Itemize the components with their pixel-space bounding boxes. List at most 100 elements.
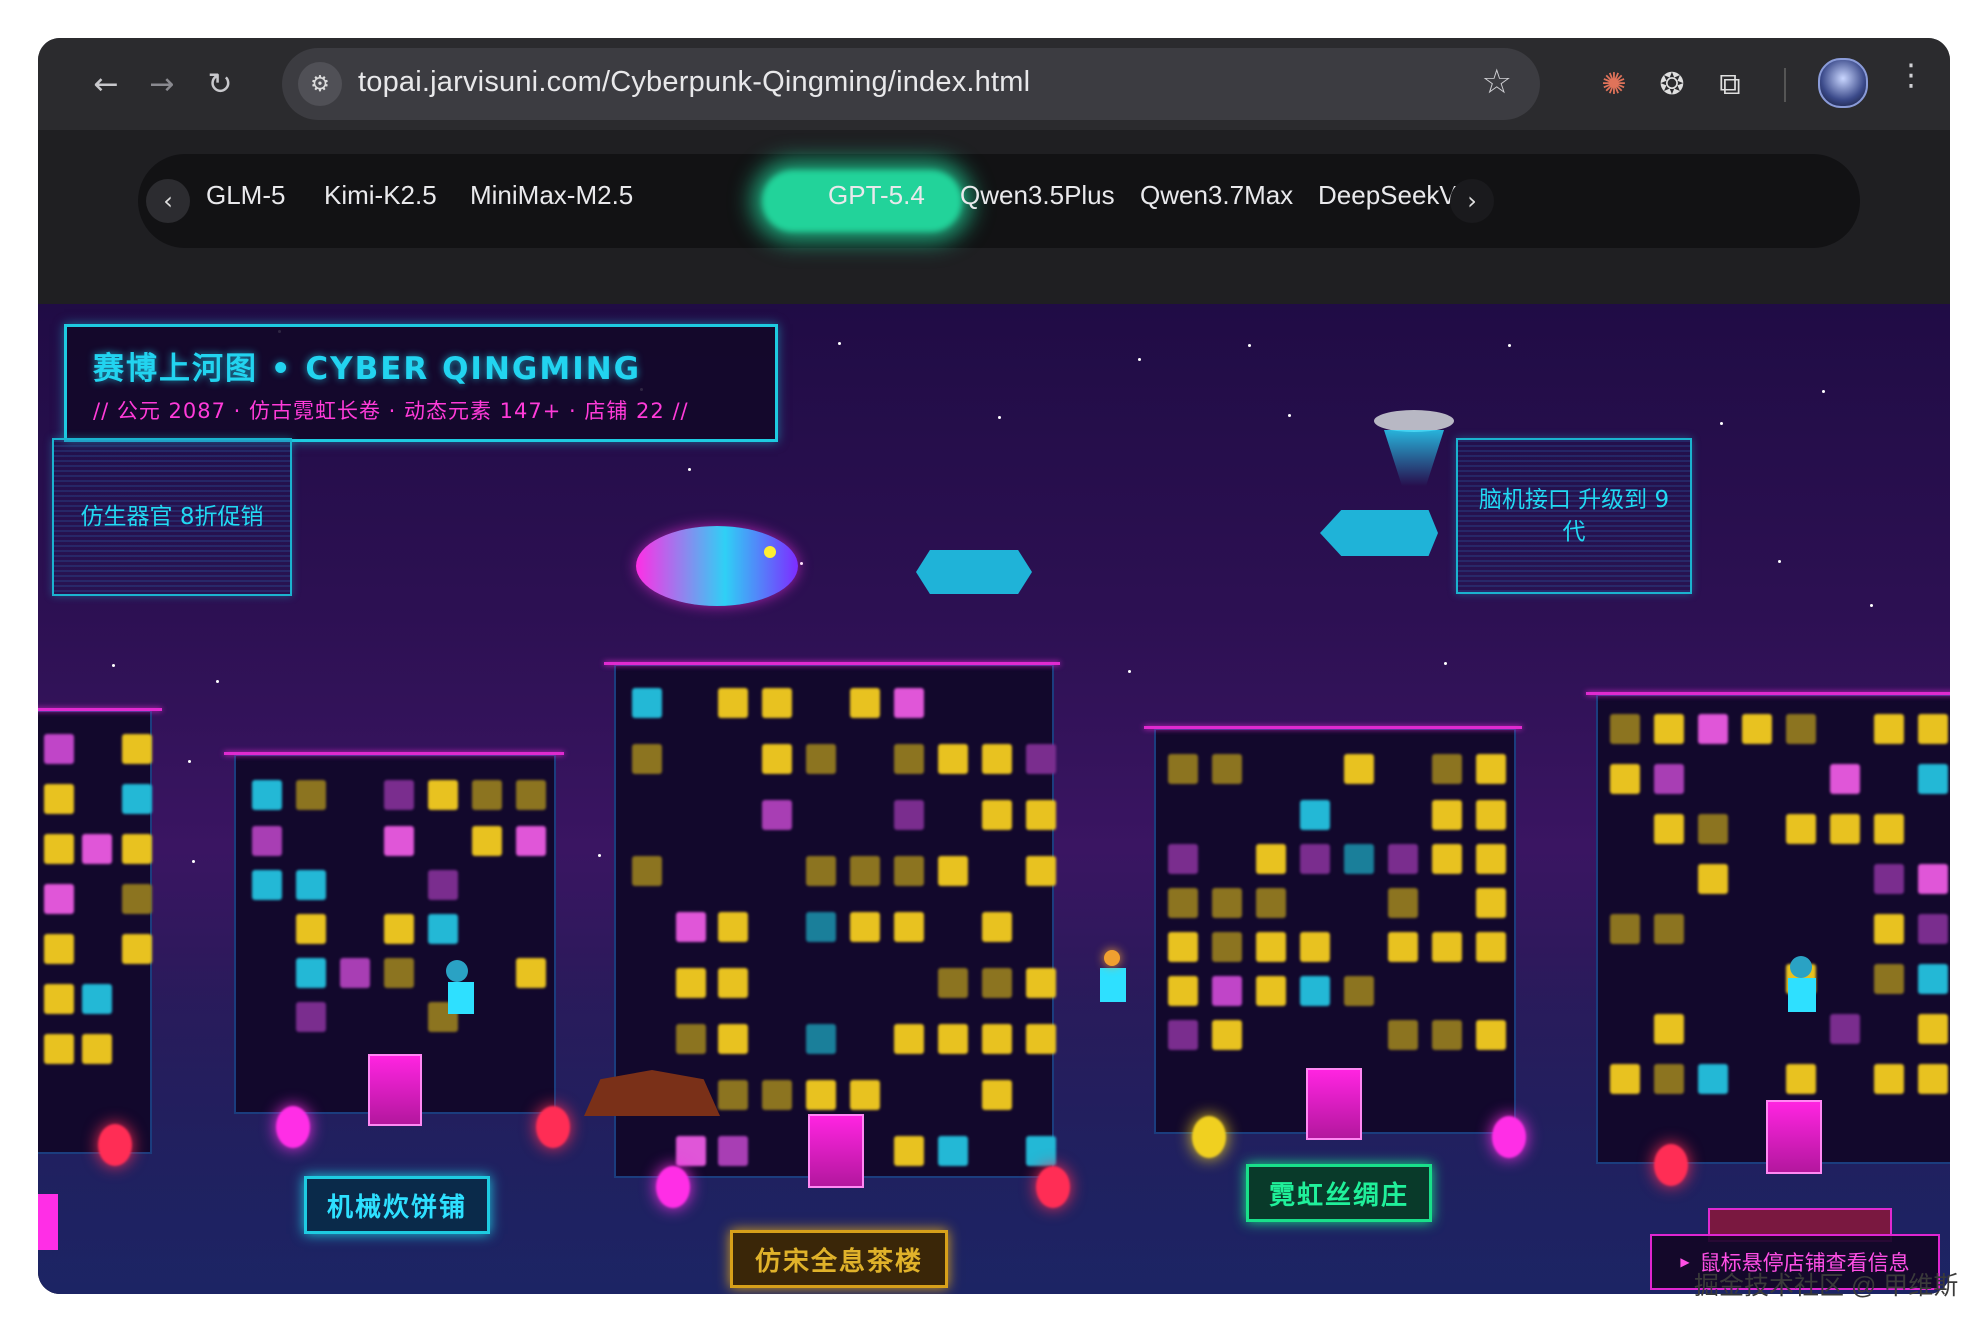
window bbox=[982, 744, 1012, 774]
window bbox=[1432, 932, 1462, 962]
shop-sign-mechanical-bakery[interactable]: 机械炊饼铺 bbox=[304, 1176, 490, 1234]
forward-button[interactable]: → bbox=[138, 60, 186, 108]
kebab-menu-icon[interactable]: ⋮ bbox=[1896, 58, 1926, 93]
bookmark-star-icon[interactable]: ☆ bbox=[1482, 62, 1512, 102]
shop-door[interactable] bbox=[1766, 1100, 1822, 1174]
window bbox=[894, 1136, 924, 1166]
window bbox=[252, 826, 282, 856]
shop-door[interactable] bbox=[808, 1114, 864, 1188]
robot-body bbox=[1788, 978, 1816, 1012]
window bbox=[938, 856, 968, 886]
holo-ad-bci[interactable]: 脑机接口 升级到 9 代 bbox=[1456, 438, 1692, 594]
shop-door[interactable] bbox=[368, 1054, 422, 1126]
shop-door[interactable] bbox=[1306, 1068, 1362, 1140]
window bbox=[982, 912, 1012, 942]
holo-ad-organ[interactable]: 仿生器官 8折促销 bbox=[52, 438, 292, 596]
window bbox=[428, 780, 458, 810]
star bbox=[998, 416, 1001, 419]
lantern bbox=[1192, 1116, 1226, 1158]
building-roof bbox=[604, 662, 1060, 665]
claude-extension-icon[interactable]: ✺ bbox=[1588, 58, 1640, 110]
back-button[interactable]: ← bbox=[82, 60, 130, 108]
chevron-left-icon[interactable]: ‹ bbox=[146, 179, 190, 223]
window bbox=[676, 912, 706, 942]
chatgpt-extension-icon[interactable]: ❂ bbox=[1646, 58, 1698, 110]
window bbox=[428, 870, 458, 900]
window bbox=[1212, 932, 1242, 962]
window bbox=[1388, 888, 1418, 918]
url-text[interactable]: topai.jarvisuni.com/Cyberpunk-Qingming/i… bbox=[358, 66, 1030, 99]
window bbox=[252, 780, 282, 810]
building-roof bbox=[224, 752, 564, 755]
window bbox=[296, 780, 326, 810]
window bbox=[516, 958, 546, 988]
site-info-button[interactable]: ⚙ bbox=[298, 62, 342, 106]
shop-sign-tea-house[interactable]: 仿宋全息茶楼 bbox=[730, 1230, 948, 1288]
model-tab-gpt54[interactable]: GPT-5.4 bbox=[828, 180, 925, 211]
window bbox=[1476, 932, 1506, 962]
chevron-right-icon[interactable]: › bbox=[1450, 179, 1494, 223]
window bbox=[44, 884, 74, 914]
star bbox=[800, 562, 803, 565]
window bbox=[1026, 968, 1056, 998]
window bbox=[718, 968, 748, 998]
window bbox=[1654, 1064, 1684, 1094]
shop-sign-silk-shop[interactable]: 霓虹丝绸庄 bbox=[1246, 1164, 1432, 1222]
window bbox=[1432, 844, 1462, 874]
window bbox=[850, 688, 880, 718]
window bbox=[1830, 814, 1860, 844]
window bbox=[516, 780, 546, 810]
window bbox=[44, 1034, 74, 1064]
star bbox=[1720, 422, 1723, 425]
window bbox=[1874, 814, 1904, 844]
window bbox=[44, 734, 74, 764]
window bbox=[806, 856, 836, 886]
window bbox=[1432, 1020, 1462, 1050]
window bbox=[1786, 1064, 1816, 1094]
building-roof bbox=[1144, 726, 1522, 729]
window bbox=[1698, 864, 1728, 894]
window bbox=[340, 958, 370, 988]
window bbox=[850, 856, 880, 886]
model-tab-kimi[interactable]: Kimi-K2.5 bbox=[324, 180, 437, 211]
airship-light bbox=[764, 546, 776, 558]
puzzle-extensions-icon[interactable]: ⧉ bbox=[1704, 58, 1756, 110]
window bbox=[806, 744, 836, 774]
window bbox=[1610, 714, 1640, 744]
window bbox=[938, 744, 968, 774]
window bbox=[1918, 764, 1948, 794]
window bbox=[982, 1080, 1012, 1110]
building[interactable] bbox=[38, 710, 152, 1154]
window bbox=[982, 968, 1012, 998]
reload-button[interactable]: ↻ bbox=[196, 60, 244, 108]
model-tab-qwen37max[interactable]: Qwen3.7Max bbox=[1140, 180, 1293, 211]
window bbox=[676, 968, 706, 998]
window bbox=[938, 1136, 968, 1166]
window bbox=[1026, 1136, 1056, 1166]
window bbox=[1476, 800, 1506, 830]
window bbox=[982, 1024, 1012, 1054]
window bbox=[676, 1136, 706, 1166]
window bbox=[1026, 856, 1056, 886]
window bbox=[1918, 964, 1948, 994]
window bbox=[1026, 744, 1056, 774]
address-bar[interactable]: ⚙ topai.jarvisuni.com/Cyberpunk-Qingming… bbox=[282, 48, 1540, 120]
model-tab-glm5[interactable]: GLM-5 bbox=[206, 180, 285, 211]
window bbox=[850, 912, 880, 942]
window bbox=[806, 1080, 836, 1110]
cyberpunk-scene[interactable]: 赛博上河图 • CYBER QINGMING // 公元 2087 · 仿古霓虹… bbox=[38, 304, 1950, 1294]
window bbox=[1874, 914, 1904, 944]
window bbox=[1168, 754, 1198, 784]
window bbox=[1874, 1064, 1904, 1094]
tune-icon: ⚙ bbox=[310, 71, 330, 97]
window bbox=[1432, 800, 1462, 830]
model-tab-qwen35plus[interactable]: Qwen3.5Plus bbox=[960, 180, 1115, 211]
window bbox=[894, 912, 924, 942]
triangle-icon: ▶ bbox=[1680, 1255, 1690, 1269]
building-roof bbox=[38, 708, 162, 711]
profile-avatar[interactable] bbox=[1818, 58, 1868, 108]
window bbox=[1654, 714, 1684, 744]
arrow-right-icon: → bbox=[149, 66, 175, 102]
window bbox=[1168, 1020, 1198, 1050]
model-tab-minimax[interactable]: MiniMax-M2.5 bbox=[470, 180, 633, 211]
